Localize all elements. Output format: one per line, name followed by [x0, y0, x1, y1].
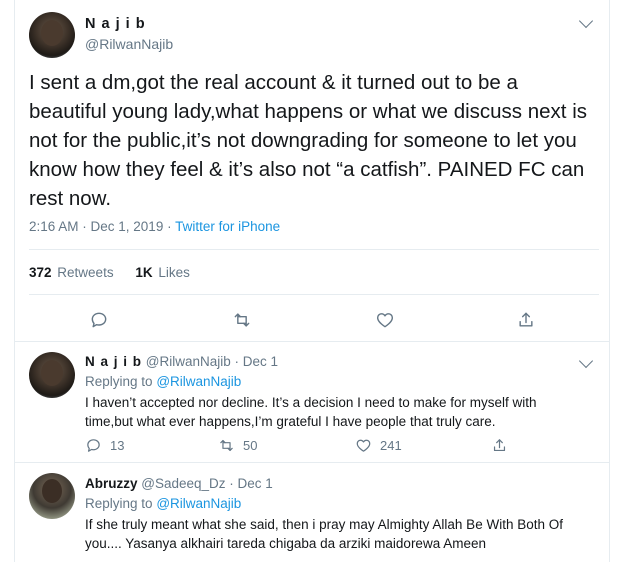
avatar[interactable]: [29, 473, 75, 519]
replying-to-prefix: Replying to: [85, 496, 153, 511]
author-display-name[interactable]: N a j i b: [85, 16, 146, 32]
divider: [29, 249, 599, 250]
retweet-button[interactable]: [230, 308, 254, 332]
like-button[interactable]: [373, 308, 397, 332]
replying-to: Replying to @RilwanNajib: [85, 496, 241, 511]
tweet-thread-panel: N a j i b @RilwanNajib I sent a dm,got t…: [14, 0, 610, 562]
share-icon: [519, 312, 533, 327]
like-icon: [356, 439, 371, 452]
retweet-icon: [234, 313, 250, 327]
reply-icon: [87, 439, 100, 452]
retweet-count: 50: [243, 438, 258, 453]
replying-to-prefix: Replying to: [85, 374, 153, 389]
reply-tweet[interactable]: N a j i b @RilwanNajib · Dec 1 Replying …: [15, 342, 609, 462]
tweet-source-link[interactable]: Twitter for iPhone: [175, 219, 280, 234]
like-icon: [376, 313, 394, 328]
like-button[interactable]: 241: [355, 437, 402, 454]
tweet-stats: 372 Retweets 1K Likes: [29, 265, 190, 280]
retweets-count: 372: [29, 265, 52, 280]
likes-count: 1K: [135, 265, 153, 280]
reply-author-row: N a j i b @RilwanNajib · Dec 1: [85, 354, 278, 369]
divider: [29, 294, 599, 295]
reply-display-name[interactable]: N a j i b: [85, 354, 142, 369]
retweet-icon: [220, 439, 233, 452]
tweet-timestamp[interactable]: 2:16 AM · Dec 1, 2019 ·: [29, 219, 172, 234]
avatar[interactable]: [29, 352, 75, 398]
retweets-stat[interactable]: 372 Retweets: [29, 265, 114, 280]
share-button[interactable]: [491, 437, 508, 454]
avatar[interactable]: [29, 12, 75, 58]
reply-count: 13: [110, 438, 125, 453]
author-handle[interactable]: @RilwanNajib: [85, 36, 173, 52]
likes-stat[interactable]: 1K Likes: [135, 265, 190, 280]
replying-to-link[interactable]: @RilwanNajib: [156, 374, 241, 389]
reply-display-name[interactable]: Abruzzy: [85, 476, 138, 491]
replying-to: Replying to @RilwanNajib: [85, 374, 241, 389]
retweet-button[interactable]: 50: [218, 437, 257, 454]
replying-to-link[interactable]: @RilwanNajib: [156, 496, 241, 511]
reply-handle-date[interactable]: @Sadeeq_Dz · Dec 1: [141, 476, 273, 491]
reply-handle-date[interactable]: @RilwanNajib · Dec 1: [146, 354, 278, 369]
retweets-label: Retweets: [57, 265, 114, 280]
reply-tweet[interactable]: Abruzzy @Sadeeq_Dz · Dec 1 Replying to @…: [15, 463, 609, 562]
chevron-down-icon[interactable]: [578, 13, 594, 29]
reply-text: I haven’t accepted nor decline. It’s a d…: [85, 395, 537, 429]
tweet-meta: 2:16 AM · Dec 1, 2019 · Twitter for iPho…: [29, 219, 280, 234]
reply-author-row: Abruzzy @Sadeeq_Dz · Dec 1: [85, 476, 273, 491]
tweet-text: I sent a dm,got the real account & it tu…: [29, 71, 588, 210]
like-count: 241: [380, 438, 402, 453]
reply-button[interactable]: 13: [85, 437, 124, 454]
share-button[interactable]: [514, 308, 538, 332]
reply-text: If she truly meant what she said, then i…: [85, 517, 563, 551]
reply-button[interactable]: [87, 308, 111, 332]
reply-icon: [91, 312, 107, 328]
chevron-down-icon[interactable]: [578, 353, 594, 369]
likes-label: Likes: [158, 265, 190, 280]
share-icon: [493, 439, 506, 452]
